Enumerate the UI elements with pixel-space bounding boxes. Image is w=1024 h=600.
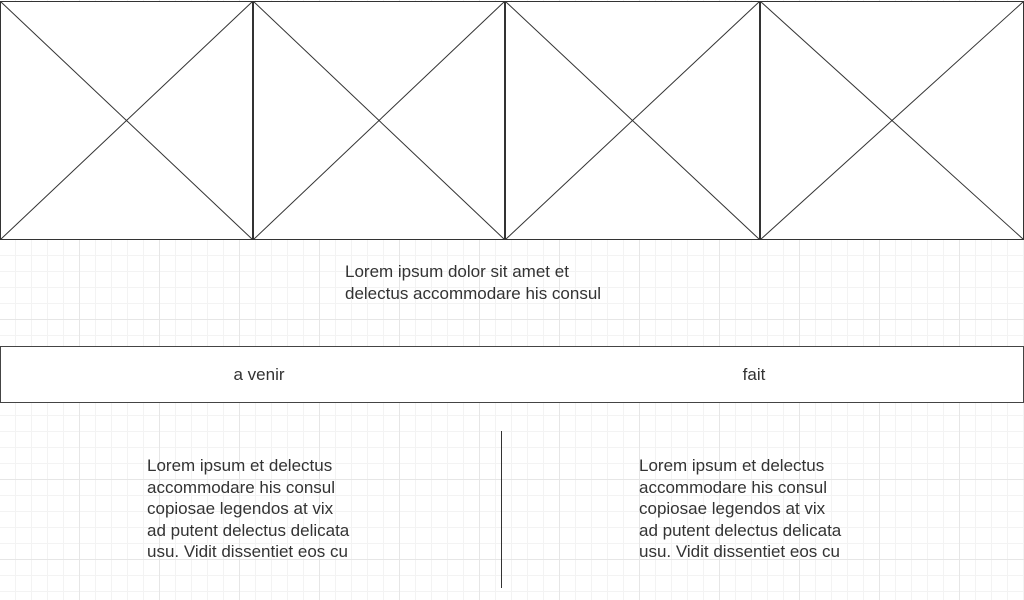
image-placeholder-1: [0, 1, 253, 240]
image-placeholder-icon: [760, 1, 1024, 240]
image-placeholder-4: [760, 1, 1024, 240]
column-divider: [501, 431, 502, 588]
image-placeholder-icon: [0, 1, 253, 240]
image-placeholder-3: [505, 1, 760, 240]
tab-fait[interactable]: fait: [501, 347, 1007, 402]
tab-a-venir[interactable]: a venir: [1, 347, 517, 402]
image-placeholder-2: [253, 1, 505, 240]
caption-text: Lorem ipsum dolor sit amet et delectus a…: [345, 262, 602, 303]
image-placeholder-icon: [253, 1, 505, 240]
image-placeholder-row: [0, 1, 1024, 240]
tab-bar: a venir fait: [0, 346, 1024, 403]
image-placeholder-icon: [505, 1, 760, 240]
right-column-text: Lorem ipsum et delectus accommodare his …: [639, 456, 842, 561]
left-column-text: Lorem ipsum et delectus accommodare his …: [147, 456, 350, 561]
